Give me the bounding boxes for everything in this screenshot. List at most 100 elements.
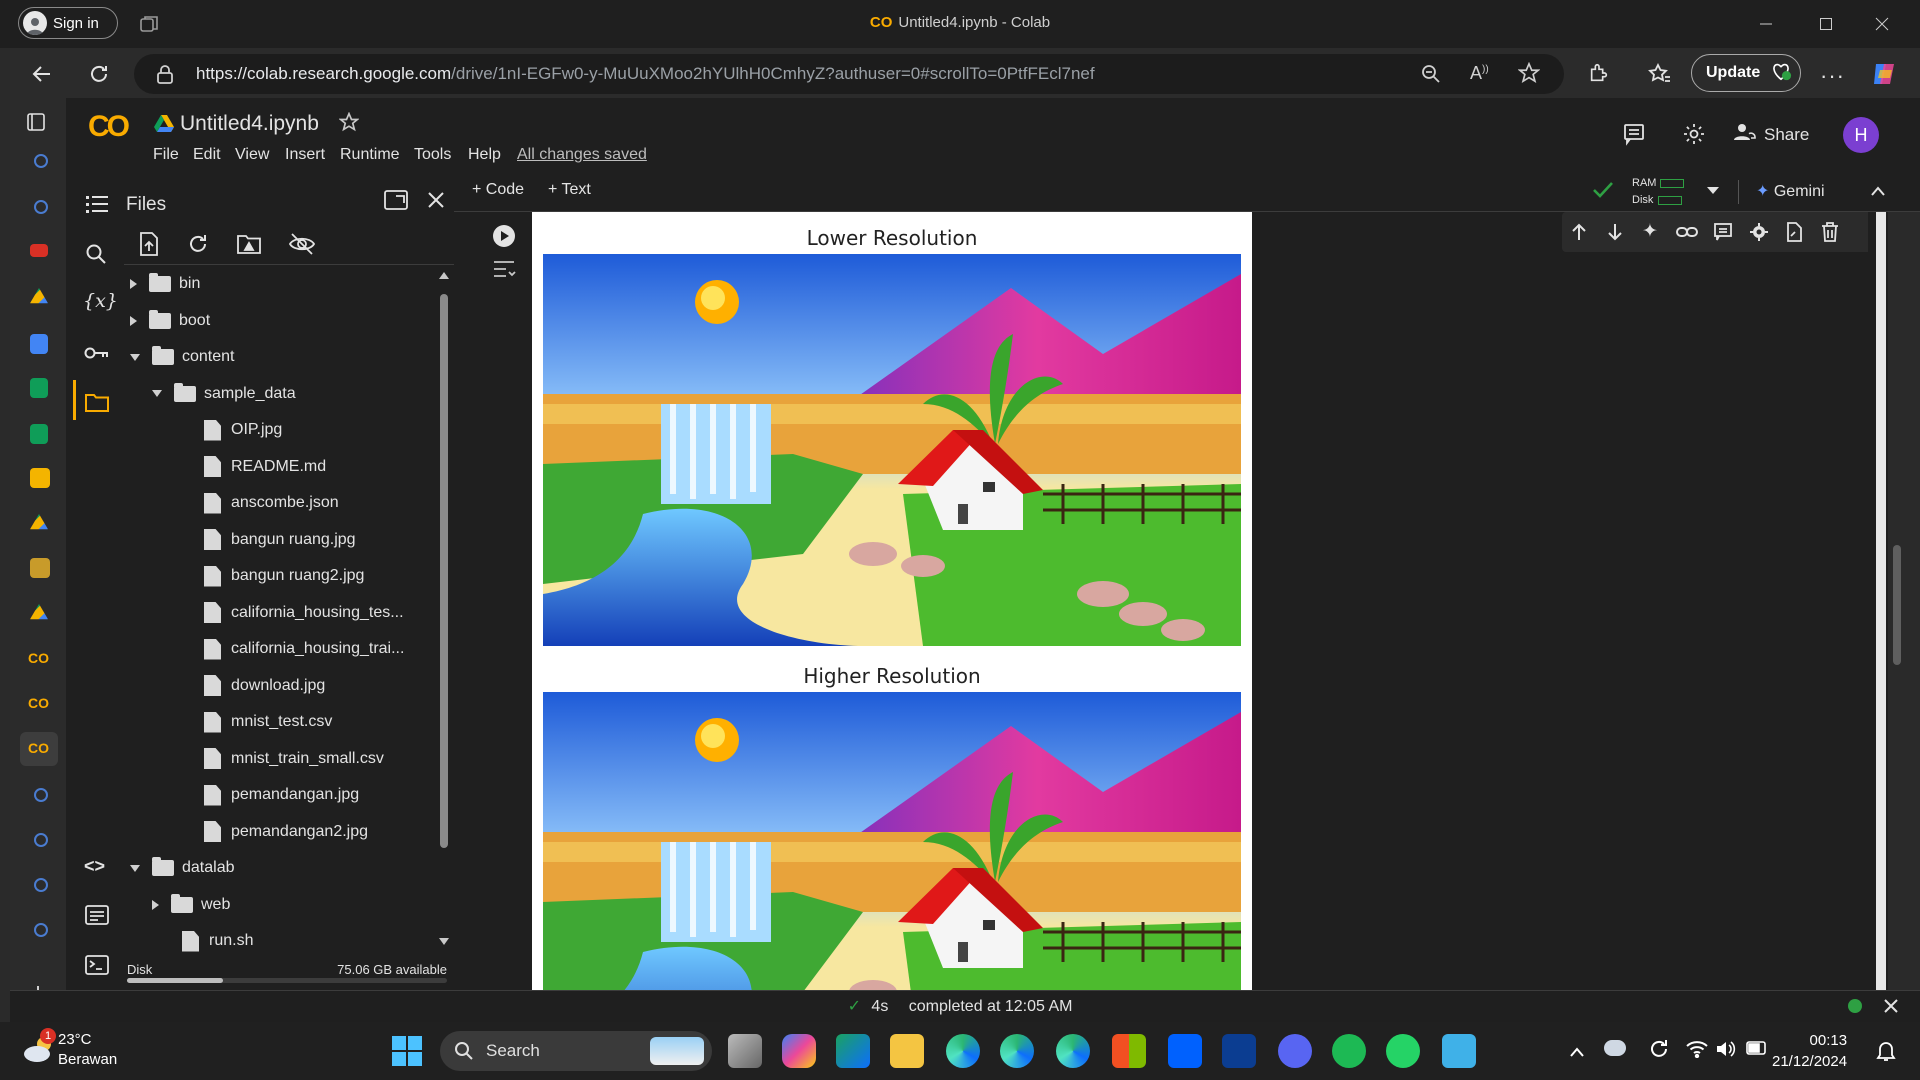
colab-tab-icon-2[interactable]: CO xyxy=(28,650,49,666)
search-tab-icon-6[interactable] xyxy=(34,923,48,937)
menu-tools[interactable]: Tools xyxy=(414,146,451,164)
menu-edit[interactable]: Edit xyxy=(193,146,221,164)
menu-view[interactable]: View xyxy=(235,146,269,164)
table-of-contents-icon[interactable] xyxy=(86,194,108,219)
search-tab-icon[interactable] xyxy=(34,154,48,168)
runtime-dropdown-icon[interactable] xyxy=(1707,187,1719,194)
resources-indicator[interactable]: RAM Disk xyxy=(1632,175,1685,209)
link-icon[interactable] xyxy=(1676,224,1698,245)
menu-insert[interactable]: Insert xyxy=(285,146,325,164)
tree-folder-row[interactable]: boot xyxy=(130,309,210,333)
colab-tab-icon-3[interactable]: CO xyxy=(28,695,49,711)
command-palette-icon[interactable] xyxy=(85,905,109,930)
sheets-tab-icon-2[interactable] xyxy=(30,424,48,444)
back-icon[interactable] xyxy=(30,62,54,91)
tree-file-row[interactable]: bangun ruang2.jpg xyxy=(204,564,364,588)
battery-icon[interactable] xyxy=(1746,1041,1768,1060)
tree-file-row[interactable]: OIP.jpg xyxy=(204,418,282,442)
tree-file-row[interactable]: mnist_train_small.csv xyxy=(204,747,384,771)
output-actions-icon[interactable] xyxy=(492,258,516,285)
open-in-tab-icon[interactable] xyxy=(384,190,408,215)
refresh-files-icon[interactable] xyxy=(187,233,209,260)
scroll-up-arrow[interactable] xyxy=(439,272,449,279)
onedrive-icon[interactable] xyxy=(1604,1040,1626,1056)
save-status[interactable]: All changes saved xyxy=(517,146,647,164)
comment-icon[interactable] xyxy=(1713,222,1733,247)
notebook-title[interactable]: Untitled4.ipynb xyxy=(180,112,319,136)
volume-icon[interactable] xyxy=(1716,1040,1736,1063)
user-avatar[interactable]: H xyxy=(1843,117,1879,153)
game-pass-icon[interactable] xyxy=(836,1034,870,1068)
start-windows-icon[interactable] xyxy=(392,1036,422,1071)
tree-file-row[interactable]: README.md xyxy=(204,455,326,479)
microsoft-store-icon[interactable] xyxy=(1112,1034,1146,1068)
tree-file-row[interactable]: pemandangan.jpg xyxy=(204,783,359,807)
expanded-arrow-icon[interactable] xyxy=(130,864,140,872)
notepad-icon[interactable] xyxy=(1442,1034,1476,1068)
variables-icon[interactable]: {x} xyxy=(83,290,118,312)
notifications-bell-icon[interactable] xyxy=(1876,1040,1896,1067)
files-folder-icon[interactable] xyxy=(85,392,109,417)
tree-folder-row[interactable]: content xyxy=(130,345,234,369)
tree-file-row[interactable]: bangun ruang.jpg xyxy=(204,528,356,552)
whatsapp-icon[interactable] xyxy=(1386,1034,1420,1068)
mount-drive-icon[interactable] xyxy=(237,233,261,260)
task-view-icon[interactable] xyxy=(728,1034,762,1068)
read-aloud-icon[interactable]: A)) xyxy=(1470,63,1489,84)
tree-folder-row[interactable]: datalab xyxy=(130,856,235,880)
mirror-cell-icon[interactable] xyxy=(1785,222,1803,247)
sheets-tab-icon[interactable] xyxy=(30,378,48,398)
edge-profile-1-icon[interactable] xyxy=(946,1034,980,1068)
execution-status[interactable]: ✓ 4s completed at 12:05 AM xyxy=(0,996,1920,1016)
expanded-arrow-icon[interactable] xyxy=(130,353,140,361)
move-cell-down-icon[interactable] xyxy=(1606,222,1624,247)
url-bar[interactable]: https://colab.research.google.com/drive/… xyxy=(134,54,1564,94)
app-icon[interactable] xyxy=(1222,1034,1256,1068)
close-window-button[interactable] xyxy=(1862,10,1902,38)
add-text-button[interactable]: + Text xyxy=(548,181,591,199)
settings-gear-icon[interactable] xyxy=(1682,122,1706,151)
notebook-scrollbar[interactable] xyxy=(1868,212,1888,990)
cell-settings-icon[interactable] xyxy=(1749,222,1769,247)
search-tab-icon-4[interactable] xyxy=(34,833,48,847)
runtime-status-dot[interactable] xyxy=(1848,999,1862,1013)
update-button[interactable]: Update xyxy=(1691,54,1801,92)
dropbox-icon[interactable] xyxy=(1168,1034,1202,1068)
code-snippets-icon[interactable]: <> xyxy=(84,856,105,877)
clock[interactable]: 00:13 21/12/2024 xyxy=(1772,1030,1847,1072)
tab-actions-icon[interactable] xyxy=(26,112,46,137)
more-options-icon[interactable]: ··· xyxy=(1820,65,1845,87)
zoom-icon[interactable] xyxy=(1421,64,1441,89)
tree-folder-row[interactable]: bin xyxy=(130,272,200,296)
run-cell-icon[interactable] xyxy=(492,224,516,253)
menu-file[interactable]: File xyxy=(153,146,179,164)
collapsed-arrow-icon[interactable] xyxy=(130,315,137,326)
wifi-icon[interactable] xyxy=(1686,1040,1708,1063)
minimize-button[interactable] xyxy=(1746,10,1786,38)
discord-icon[interactable] xyxy=(1278,1034,1312,1068)
slides-tab-icon[interactable] xyxy=(30,468,50,488)
docs-tab-icon[interactable] xyxy=(30,334,48,354)
collapsed-arrow-icon[interactable] xyxy=(152,899,159,910)
star-icon[interactable] xyxy=(338,111,360,137)
search-icon[interactable] xyxy=(85,243,107,270)
show-hidden-icons[interactable] xyxy=(1570,1044,1584,1062)
edge-profile-3-icon[interactable] xyxy=(1056,1034,1090,1068)
spotify-icon[interactable] xyxy=(1332,1034,1366,1068)
hide-files-icon[interactable] xyxy=(288,233,316,260)
page-scroll-thumb[interactable] xyxy=(1893,545,1901,665)
extensions-icon[interactable] xyxy=(1588,62,1610,89)
files-scrollbar[interactable] xyxy=(436,272,450,952)
search-tab-icon-5[interactable] xyxy=(34,878,48,892)
upload-file-icon[interactable] xyxy=(138,232,160,261)
secrets-key-icon[interactable] xyxy=(84,345,110,366)
comments-icon[interactable] xyxy=(1622,122,1646,151)
menu-runtime[interactable]: Runtime xyxy=(340,146,400,164)
favorites-icon[interactable] xyxy=(1648,62,1672,91)
notebook-scroll-thumb[interactable] xyxy=(1876,212,1886,990)
add-code-button[interactable]: + Code xyxy=(472,181,524,199)
youtube-tab-icon[interactable] xyxy=(30,244,48,257)
tree-file-row[interactable]: california_housing_tes... xyxy=(204,601,404,625)
gemini-cell-icon[interactable]: ✦ xyxy=(1642,220,1658,243)
collapsed-arrow-icon[interactable] xyxy=(130,279,137,289)
